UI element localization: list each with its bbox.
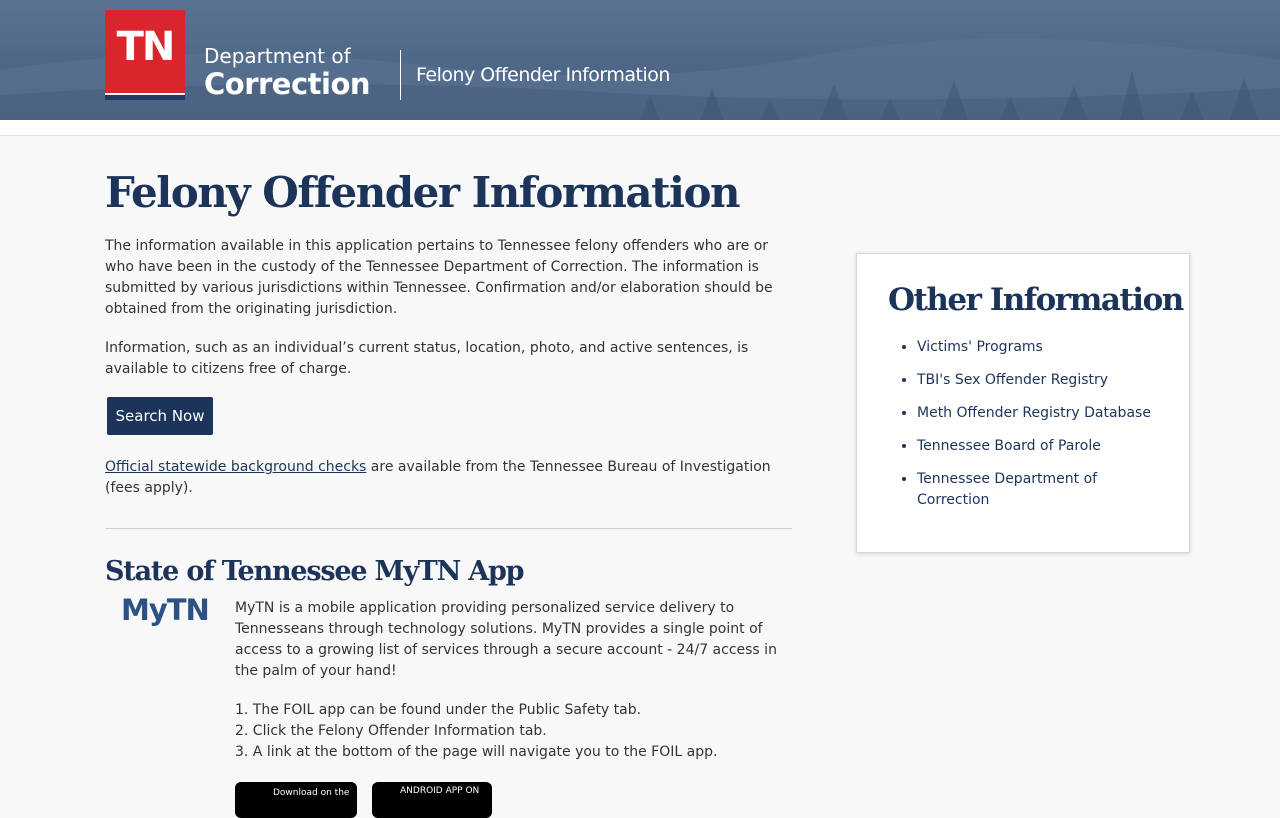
tn-logo-text: TN bbox=[116, 24, 176, 70]
site-header: TN Department of Correction Felony Offen… bbox=[0, 0, 1280, 120]
tn-logo[interactable]: TN bbox=[105, 10, 185, 100]
mytn-step: 2. Click the Felony Offender Information… bbox=[235, 723, 547, 739]
other-information-list: Victims' Programs TBI's Sex Offender Reg… bbox=[917, 337, 1167, 523]
list-item: Tennessee Department of Correction bbox=[917, 469, 1167, 511]
meth-offender-registry-link[interactable]: Meth Offender Registry Database bbox=[917, 405, 1151, 421]
app-store-badge-text: Download on the bbox=[273, 788, 350, 798]
mytn-step: 1. The FOIL app can be found under the P… bbox=[235, 702, 642, 718]
free-info-paragraph: Information, such as an individual’s cur… bbox=[105, 340, 749, 377]
background-check-paragraph: Official statewide background checks are… bbox=[105, 457, 795, 499]
mytn-steps: 1. The FOIL app can be found under the P… bbox=[235, 700, 790, 763]
list-item: TBI's Sex Offender Registry bbox=[917, 370, 1167, 391]
other-information-card: Other Information Victims' Programs TBI'… bbox=[856, 253, 1190, 553]
victims-programs-link[interactable]: Victims' Programs bbox=[917, 339, 1043, 355]
google-play-badge[interactable]: ANDROID APP ON bbox=[372, 782, 492, 818]
board-of-parole-link[interactable]: Tennessee Board of Parole bbox=[917, 438, 1101, 454]
department-line1: Department of bbox=[204, 44, 351, 68]
logo-stripe-blue bbox=[105, 95, 185, 100]
mytn-logo: MyTN bbox=[121, 593, 210, 627]
mytn-heading: State of Tennessee MyTN App bbox=[105, 556, 525, 587]
app-store-badge[interactable]: Download on the bbox=[235, 782, 357, 818]
header-strip bbox=[0, 120, 1280, 136]
app-title: Felony Offender Information bbox=[416, 64, 670, 86]
department-line2: Correction bbox=[204, 67, 371, 101]
sex-offender-registry-link[interactable]: TBI's Sex Offender Registry bbox=[917, 372, 1108, 388]
list-item: Tennessee Board of Parole bbox=[917, 436, 1167, 457]
page-title: Felony Offender Information bbox=[105, 168, 741, 217]
section-divider bbox=[105, 528, 792, 529]
google-play-badge-text: ANDROID APP ON bbox=[400, 786, 480, 796]
search-now-button[interactable]: Search Now bbox=[107, 397, 213, 435]
list-item: Victims' Programs bbox=[917, 337, 1167, 358]
forest-background-image bbox=[0, 38, 1280, 120]
other-information-title: Other Information bbox=[888, 282, 1184, 318]
mytn-step: 3. A link at the bottom of the page will… bbox=[235, 744, 718, 760]
header-divider bbox=[400, 50, 401, 100]
department-of-correction-link[interactable]: Tennessee Department of Correction bbox=[917, 471, 1097, 508]
list-item: Meth Offender Registry Database bbox=[917, 403, 1167, 424]
department-name[interactable]: Department of Correction bbox=[204, 44, 371, 101]
mytn-description: MyTN is a mobile application providing p… bbox=[235, 600, 777, 679]
background-check-link[interactable]: Official statewide background checks bbox=[105, 459, 366, 475]
intro-paragraph: The information available in this applic… bbox=[105, 238, 773, 317]
